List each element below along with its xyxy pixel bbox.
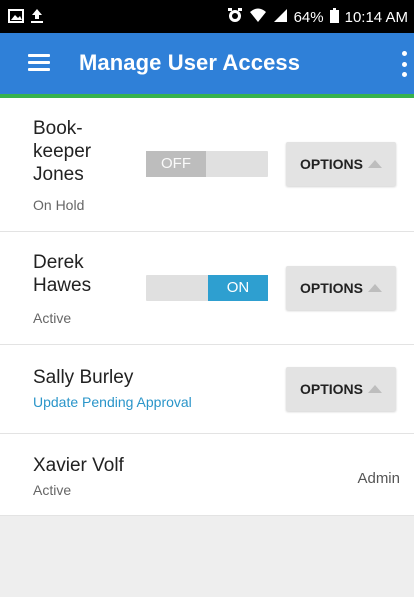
user-row: Derek Hawes Active ON OPTIONS: [0, 232, 414, 345]
options-button[interactable]: OPTIONS: [286, 142, 396, 186]
page-title: Manage User Access: [79, 50, 301, 75]
user-status: On Hold: [33, 197, 85, 213]
signal-icon: [273, 8, 288, 28]
status-left-icons: [8, 8, 44, 29]
user-name: Sally Burley: [33, 367, 134, 388]
caret-up-icon: [368, 385, 382, 393]
toggle-label: OFF: [146, 151, 206, 177]
image-icon: [8, 9, 24, 28]
more-vertical-icon[interactable]: [399, 51, 409, 77]
status-bar: 64% 10:14 AM: [0, 0, 414, 33]
battery-percent: 64%: [293, 8, 324, 26]
user-status: Active: [33, 310, 72, 326]
upload-icon: [30, 8, 44, 29]
caret-up-icon: [368, 284, 382, 292]
status-right-icons: 64% 10:14 AM: [227, 7, 408, 28]
access-toggle[interactable]: ON: [146, 275, 268, 301]
options-button[interactable]: OPTIONS: [286, 266, 396, 310]
user-name: Book-keeper Jones: [33, 118, 92, 185]
options-label: OPTIONS: [299, 156, 363, 172]
options-button[interactable]: OPTIONS: [286, 367, 396, 411]
user-row: Xavier Volf Active Admin: [0, 434, 414, 516]
user-name: Derek Hawes: [33, 252, 92, 296]
toggle-label: ON: [208, 275, 268, 301]
options-label: OPTIONS: [299, 280, 363, 296]
battery-icon: [329, 7, 339, 28]
wifi-icon: [249, 7, 267, 28]
menu-icon[interactable]: [28, 54, 50, 72]
user-list: Book-keeper Jones On Hold OFF OPTIONS De…: [0, 98, 414, 516]
user-name: Xavier Volf: [33, 455, 124, 476]
user-row: Sally Burley Update Pending Approval OPT…: [0, 345, 414, 434]
access-toggle[interactable]: OFF: [146, 151, 268, 177]
user-role: Admin: [357, 470, 400, 487]
app-bar: Manage User Access: [0, 33, 414, 94]
status-time: 10:14 AM: [344, 8, 408, 26]
user-status: Update Pending Approval: [33, 394, 192, 410]
options-label: OPTIONS: [299, 381, 363, 397]
user-row: Book-keeper Jones On Hold OFF OPTIONS: [0, 98, 414, 232]
alarm-icon: [227, 7, 243, 28]
user-status: Active: [33, 482, 72, 498]
caret-up-icon: [368, 160, 382, 168]
